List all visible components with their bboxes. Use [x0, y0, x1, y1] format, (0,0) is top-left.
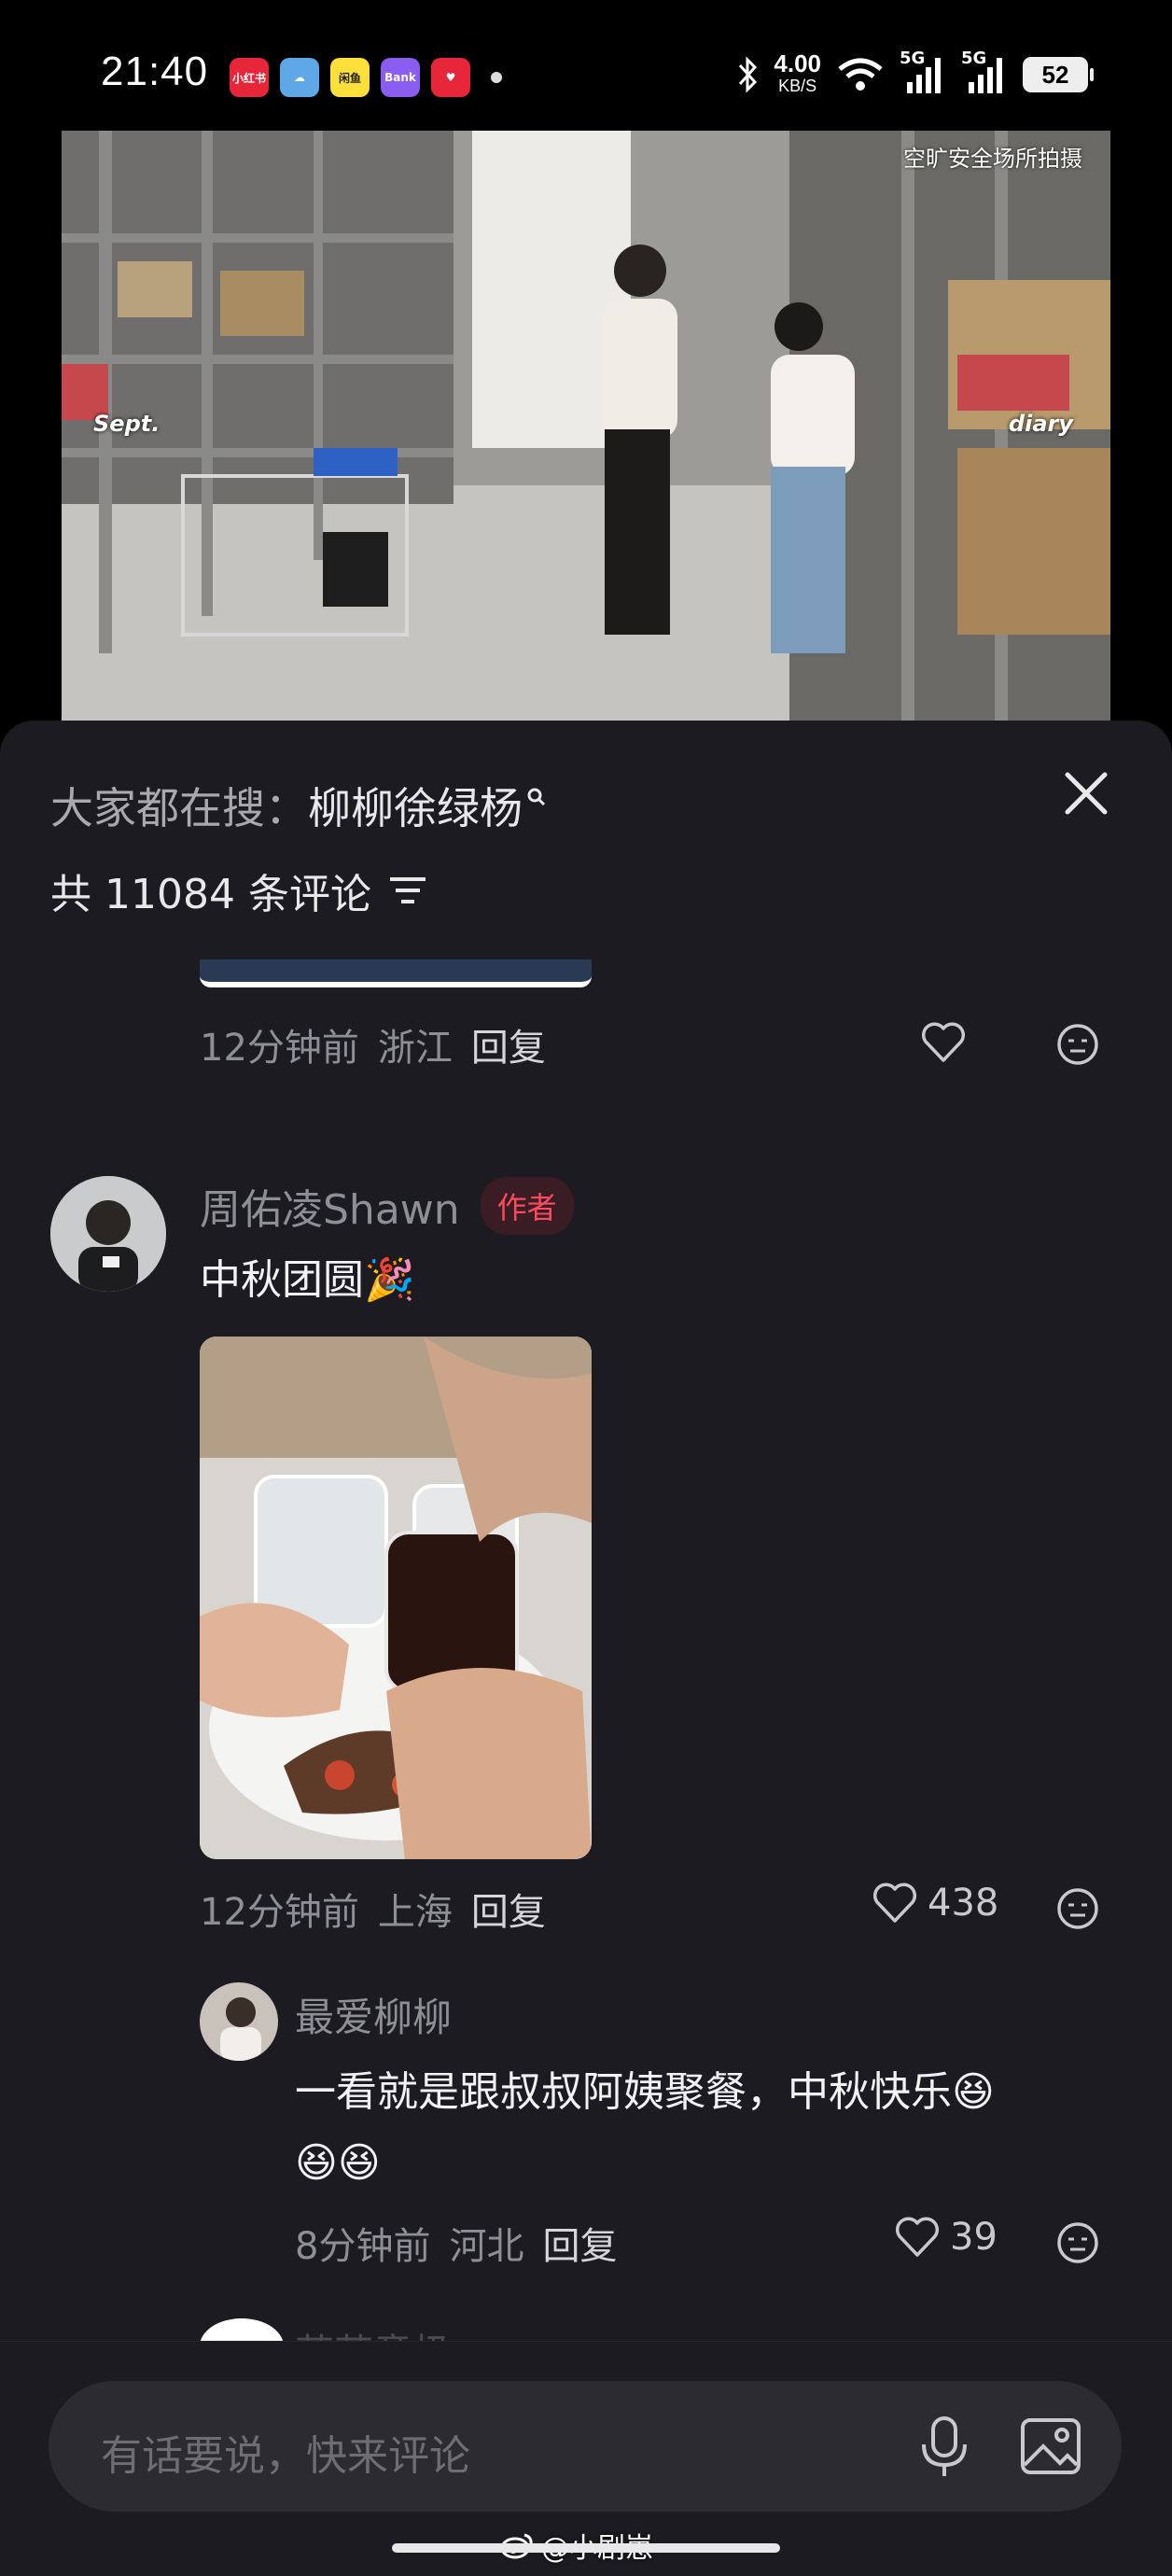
author-username[interactable]: 周佑凌Shawn [200, 1176, 460, 1236]
signal-1: 5G [900, 49, 946, 95]
status-time: 21:40 [101, 49, 209, 94]
trending-search-prefix: 大家都在搜： [50, 783, 308, 833]
previous-comment-meta: 12分钟前 浙江 回复 [200, 1017, 546, 1071]
comment-count-row: 共 11084 条评论 [50, 861, 427, 920]
sub-comment-location: 河北 [449, 2225, 524, 2268]
author-comment-location: 上海 [377, 1891, 453, 1934]
wifi-icon [838, 58, 883, 91]
author-comment-reply-button[interactable]: 回复 [471, 1882, 546, 1936]
signal-2-bars-icon [969, 58, 1002, 93]
comment-count: 共 11084 条评论 [50, 871, 371, 918]
toast-photo [200, 1337, 592, 1859]
sub-comment-text-line2: 😆😆 [295, 2139, 381, 2187]
sub-comment-meta: 8分钟前 河北 回复 [295, 2216, 617, 2270]
like-icon [872, 1883, 917, 1923]
status-indicators: 4.00 KB/S 5G 5G 52 [736, 49, 1094, 97]
sub-comment-like-count: 39 [950, 2216, 998, 2259]
video-right-tag: diary [1008, 411, 1073, 437]
emoji-reaction-icon[interactable] [1056, 2221, 1099, 2264]
filter-icon[interactable] [388, 874, 427, 907]
notification-app-icons: 小红书 ☁ 闲鱼 Bank ♥ [230, 58, 502, 97]
sub-comment-like-button[interactable]: 39 [894, 2216, 998, 2259]
microphone-icon[interactable] [907, 2409, 982, 2484]
sub-comment-text-line1: 一看就是跟叔叔阿姨聚餐，中秋快乐😆 [295, 2068, 995, 2116]
signal-2: 5G [961, 49, 1008, 95]
like-icon [895, 2217, 940, 2257]
comment-input-placeholder: 有话要说，快来评论 [101, 2432, 470, 2480]
previous-comment-time: 12分钟前 [200, 1027, 359, 1070]
sub-comment-avatar[interactable] [200, 1982, 278, 2061]
video-caption: 空旷安全场所拍摄 [903, 146, 1082, 172]
comments-panel: 大家都在搜： 柳柳徐绿杨 共 11084 条评论 12分钟前 浙江 回复 周佑凌… [0, 721, 1172, 2576]
author-comment-text: 中秋团圆🎉 [200, 1256, 415, 1304]
previous-comment-reply-button[interactable]: 回复 [471, 1017, 546, 1071]
bank-icon: Bank [381, 58, 420, 97]
trending-search-term[interactable]: 柳柳徐绿杨 [308, 775, 523, 836]
emoji-reaction-icon[interactable] [1056, 1023, 1099, 1066]
previous-comment-location: 浙江 [377, 1027, 453, 1070]
signal-1-bars-icon [907, 58, 941, 93]
sub-comment-reply-button[interactable]: 回复 [542, 2216, 617, 2270]
xiaohongshu-icon: 小红书 [230, 58, 269, 97]
image-picker-icon[interactable] [1013, 2409, 1088, 2484]
video-frame [62, 131, 1110, 721]
author-comment-time: 12分钟前 [200, 1891, 359, 1934]
trending-search[interactable]: 大家都在搜： 柳柳徐绿杨 [50, 775, 547, 836]
author-username-row: 周佑凌Shawn 作者 [200, 1176, 574, 1236]
author-comment-meta: 12分钟前 上海 回复 [200, 1882, 546, 1936]
video-player[interactable]: 空旷安全场所拍摄 Sept. diary [62, 131, 1110, 721]
xianyu-icon: 闲鱼 [330, 58, 370, 97]
close-icon[interactable] [1060, 767, 1112, 819]
author-comment-like-count: 438 [928, 1882, 999, 1925]
bluetooth-icon [739, 56, 758, 93]
home-indicator[interactable] [392, 2543, 780, 2553]
comment-input-bar: 有话要说，快来评论 @小剧崽 [0, 2341, 1172, 2576]
search-icon [527, 788, 546, 806]
sub-comment-username[interactable]: 最爱柳柳 [295, 1986, 452, 2043]
network-speed: 4.00 KB/S [774, 49, 821, 97]
comment-input[interactable]: 有话要说，快来评论 [49, 2381, 1122, 2512]
previous-comment-image[interactable] [200, 959, 592, 987]
sub-comment-avatar-image [200, 1982, 278, 2061]
author-badge: 作者 [480, 1177, 574, 1235]
like-icon[interactable] [920, 1021, 967, 1064]
status-bar: 21:40 小红书 ☁ 闲鱼 Bank ♥ 4.00 KB/S 5G 5G 52 [0, 0, 1172, 131]
weather-icon: ☁ [280, 58, 319, 97]
video-left-tag: Sept. [93, 411, 160, 437]
network-speed-unit: KB/S [778, 77, 817, 95]
sub-comment-time: 8分钟前 [295, 2225, 431, 2268]
author-avatar-image [50, 1176, 166, 1292]
author-avatar[interactable] [50, 1176, 166, 1292]
emoji-reaction-icon[interactable] [1056, 1887, 1099, 1930]
author-comment-image[interactable] [200, 1337, 592, 1859]
battery-indicator: 52 [1023, 57, 1094, 92]
author-comment-like-button[interactable]: 438 [872, 1882, 998, 1925]
heart-app-icon: ♥ [431, 58, 470, 97]
network-speed-value: 4.00 [774, 49, 821, 77]
more-notifications-dot [491, 72, 502, 83]
